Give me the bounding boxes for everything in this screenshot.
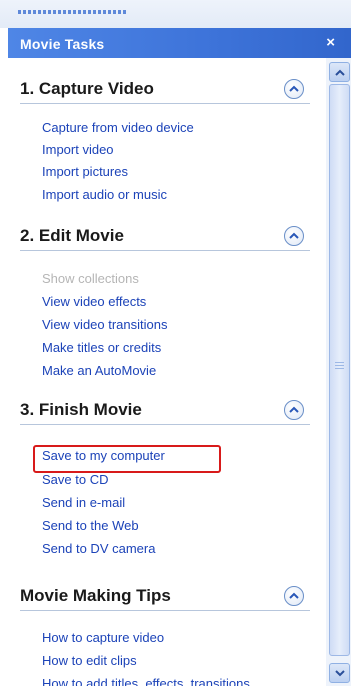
panel-grip xyxy=(0,0,351,28)
task-save-to-cd[interactable]: Save to CD xyxy=(42,472,108,487)
task-view-video-effects[interactable]: View video effects xyxy=(42,294,146,309)
vertical-scrollbar[interactable] xyxy=(326,58,351,686)
tasks-content: 1. Capture Video Capture from video devi… xyxy=(8,58,326,686)
movie-tasks-header: Movie Tasks × xyxy=(8,28,351,58)
section-finish-movie: 3. Finish Movie xyxy=(20,398,310,425)
task-import-pictures[interactable]: Import pictures xyxy=(42,164,128,179)
grip-dots xyxy=(18,10,128,14)
task-import-video[interactable]: Import video xyxy=(42,142,114,157)
scroll-down-button[interactable] xyxy=(329,663,350,683)
scroll-up-button[interactable] xyxy=(329,62,350,82)
section-title: Movie Making Tips xyxy=(20,586,171,605)
chevron-down-icon xyxy=(334,669,345,676)
task-save-to-my-computer[interactable]: Save to my computer xyxy=(42,448,165,463)
task-send-to-dv-camera[interactable]: Send to DV camera xyxy=(42,541,155,556)
task-view-video-transitions[interactable]: View video transitions xyxy=(42,317,168,332)
section-title: 2. Edit Movie xyxy=(20,226,124,245)
section-title: 1. Capture Video xyxy=(20,79,154,98)
thumb-grip xyxy=(335,362,344,370)
task-how-to-capture-video[interactable]: How to capture video xyxy=(42,630,164,645)
task-make-automovie[interactable]: Make an AutoMovie xyxy=(42,363,156,378)
section-divider xyxy=(20,424,310,425)
collapse-chevron-up-icon[interactable] xyxy=(284,586,304,606)
collapse-chevron-up-icon[interactable] xyxy=(284,79,304,99)
task-how-to-edit-clips[interactable]: How to edit clips xyxy=(42,653,137,668)
section-edit-movie: 2. Edit Movie xyxy=(20,224,310,251)
task-show-collections: Show collections xyxy=(42,271,139,286)
chevron-up-icon xyxy=(334,69,345,76)
section-title: 3. Finish Movie xyxy=(20,400,142,419)
task-send-to-web[interactable]: Send to the Web xyxy=(42,518,139,533)
task-send-in-email[interactable]: Send in e-mail xyxy=(42,495,125,510)
task-capture-from-device[interactable]: Capture from video device xyxy=(42,120,194,135)
scroll-thumb[interactable] xyxy=(329,84,350,656)
section-divider xyxy=(20,610,310,611)
task-make-titles-credits[interactable]: Make titles or credits xyxy=(42,340,161,355)
section-divider xyxy=(20,250,310,251)
panel-title: Movie Tasks xyxy=(20,36,105,52)
task-how-to-add-titles[interactable]: How to add titles, effects, transitions xyxy=(42,676,250,686)
close-icon[interactable]: × xyxy=(326,34,335,51)
task-import-audio[interactable]: Import audio or music xyxy=(42,187,167,202)
section-divider xyxy=(20,103,310,104)
section-movie-making-tips: Movie Making Tips xyxy=(20,584,310,611)
collapse-chevron-up-icon[interactable] xyxy=(284,226,304,246)
section-capture-video: 1. Capture Video xyxy=(20,77,310,104)
collapse-chevron-up-icon[interactable] xyxy=(284,400,304,420)
